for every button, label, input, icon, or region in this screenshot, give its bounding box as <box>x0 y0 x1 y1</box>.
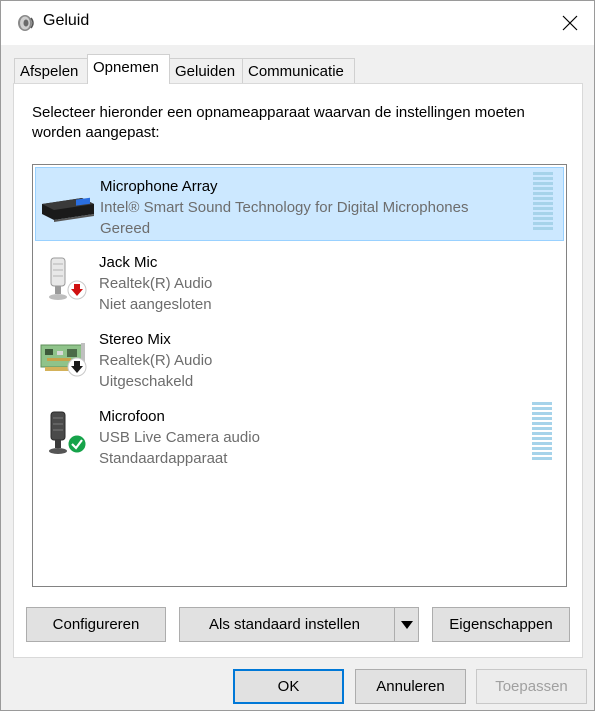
speaker-icon <box>18 15 34 31</box>
set-default-label: Als standaard instellen <box>209 616 360 633</box>
device-name: Microfoon <box>99 408 165 425</box>
device-item-stereo-mix[interactable]: Stereo Mix Realtek(R) Audio Uitgeschakel… <box>35 321 564 395</box>
device-description: USB Live Camera audio <box>99 429 260 446</box>
title-bar[interactable]: Geluid <box>1 1 594 45</box>
window-title: Geluid <box>43 12 90 29</box>
device-status: Niet aangesloten <box>99 296 212 313</box>
device-description: Realtek(R) Audio <box>99 352 213 369</box>
tab-opnemen[interactable]: Opnemen <box>87 54 170 84</box>
tab-geluiden[interactable]: Geluiden <box>169 58 243 83</box>
sound-dialog: Geluid Afspelen Opnemen Geluiden Communi… <box>0 0 595 711</box>
device-name: Jack Mic <box>99 254 158 271</box>
cancel-button[interactable]: Annuleren <box>355 669 466 704</box>
level-meter <box>532 402 552 466</box>
device-item-jack-mic[interactable]: Jack Mic Realtek(R) Audio Niet aangeslot… <box>35 244 564 318</box>
device-status: Standaardapparaat <box>99 450 228 467</box>
tab-communicatie[interactable]: Communicatie <box>242 58 355 83</box>
apply-button[interactable]: Toepassen <box>476 669 587 704</box>
chevron-down-icon <box>401 620 413 629</box>
device-item-microphone-array[interactable]: Microphone Array Intel® Smart Sound Tech… <box>35 167 564 241</box>
close-icon <box>562 15 578 31</box>
level-meter <box>533 172 553 236</box>
configure-button[interactable]: Configureren <box>26 607 166 642</box>
device-item-microfoon[interactable]: Microfoon USB Live Camera audio Standaar… <box>35 398 564 472</box>
device-status: Uitgeschakeld <box>99 373 194 390</box>
device-list[interactable]: Microphone Array Intel® Smart Sound Tech… <box>32 164 567 587</box>
tab-afspelen[interactable]: Afspelen <box>14 58 88 83</box>
device-name: Microphone Array <box>100 178 218 195</box>
unplugged-down-arrow-icon <box>67 280 87 300</box>
device-description: Intel® Smart Sound Technology for Digita… <box>100 199 469 216</box>
properties-button[interactable]: Eigenschappen <box>432 607 570 642</box>
microphone-array-icon <box>42 197 94 222</box>
ok-button[interactable]: OK <box>233 669 344 704</box>
device-status: Gereed <box>100 220 151 237</box>
set-default-dropdown[interactable] <box>395 607 419 642</box>
default-check-icon <box>67 434 87 454</box>
close-button[interactable] <box>553 7 587 39</box>
device-description: Realtek(R) Audio <box>99 275 213 292</box>
instructions-text: Selecteer hieronder een opnameapparaat w… <box>32 104 525 141</box>
device-name: Stereo Mix <box>99 331 171 348</box>
disabled-down-arrow-icon <box>67 357 87 377</box>
set-default-button[interactable]: Als standaard instellen <box>179 607 419 642</box>
